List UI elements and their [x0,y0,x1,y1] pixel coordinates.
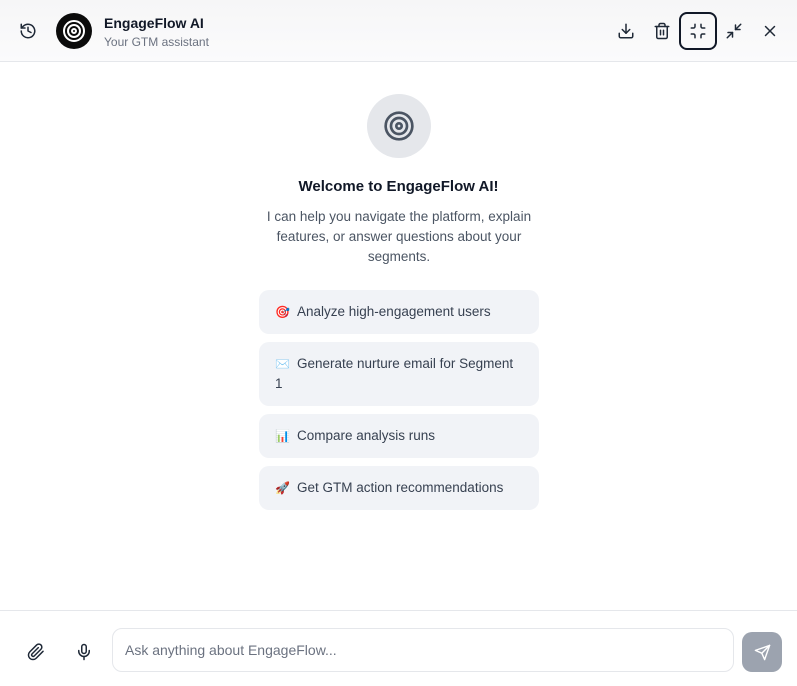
suggestion-generate-nurture-email[interactable]: ✉️ Generate nurture email for Segment 1 [259,342,539,406]
close-icon [764,25,776,37]
close-button[interactable] [754,15,786,47]
paperclip-icon [27,643,44,661]
voice-input-button[interactable] [68,636,100,668]
send-icon [754,644,770,660]
download-button[interactable] [610,15,642,47]
app-title: EngageFlow AI [104,15,204,31]
suggestion-label: Compare analysis runs [297,428,436,443]
collapse-icon [690,23,706,39]
welcome-icon [367,94,431,158]
envelope-emoji-icon: ✉️ [275,357,290,371]
clear-chat-button[interactable] [646,15,678,47]
minimize-button[interactable] [718,15,750,47]
history-icon [20,23,36,39]
microphone-icon [78,643,90,661]
suggestion-gtm-recommendations[interactable]: 🚀 Get GTM action recommendations [259,466,539,510]
suggestion-label: Generate nurture email for Segment 1 [275,356,514,391]
trash-icon [654,22,670,40]
target-icon [63,20,85,42]
target-emoji-icon: 🎯 [275,305,290,319]
suggestion-label: Analyze high-engagement users [297,304,491,319]
exit-fullscreen-button[interactable] [679,12,717,50]
suggestion-analyze-high-engagement[interactable]: 🎯 Analyze high-engagement users [259,290,539,334]
chat-input[interactable] [112,628,734,672]
target-icon [384,111,414,141]
welcome-description: I can help you navigate the platform, ex… [266,209,532,264]
attach-file-button[interactable] [20,636,52,668]
rocket-emoji-icon: 🚀 [275,481,290,495]
minimize-icon [726,23,742,39]
send-button[interactable] [742,632,782,672]
chat-header: EngageFlow AI Your GTM assistant [0,0,797,62]
bar-chart-emoji-icon: 📊 [275,429,290,443]
suggestion-label: Get GTM action recommendations [297,480,504,495]
brand-avatar [56,13,92,49]
chat-composer [0,610,797,686]
app-subtitle: Your GTM assistant [104,35,209,49]
welcome-title: Welcome to EngageFlow AI! [298,178,499,195]
history-button[interactable] [12,15,44,47]
download-icon [618,23,634,39]
suggestion-compare-analysis-runs[interactable]: 📊 Compare analysis runs [259,414,539,458]
